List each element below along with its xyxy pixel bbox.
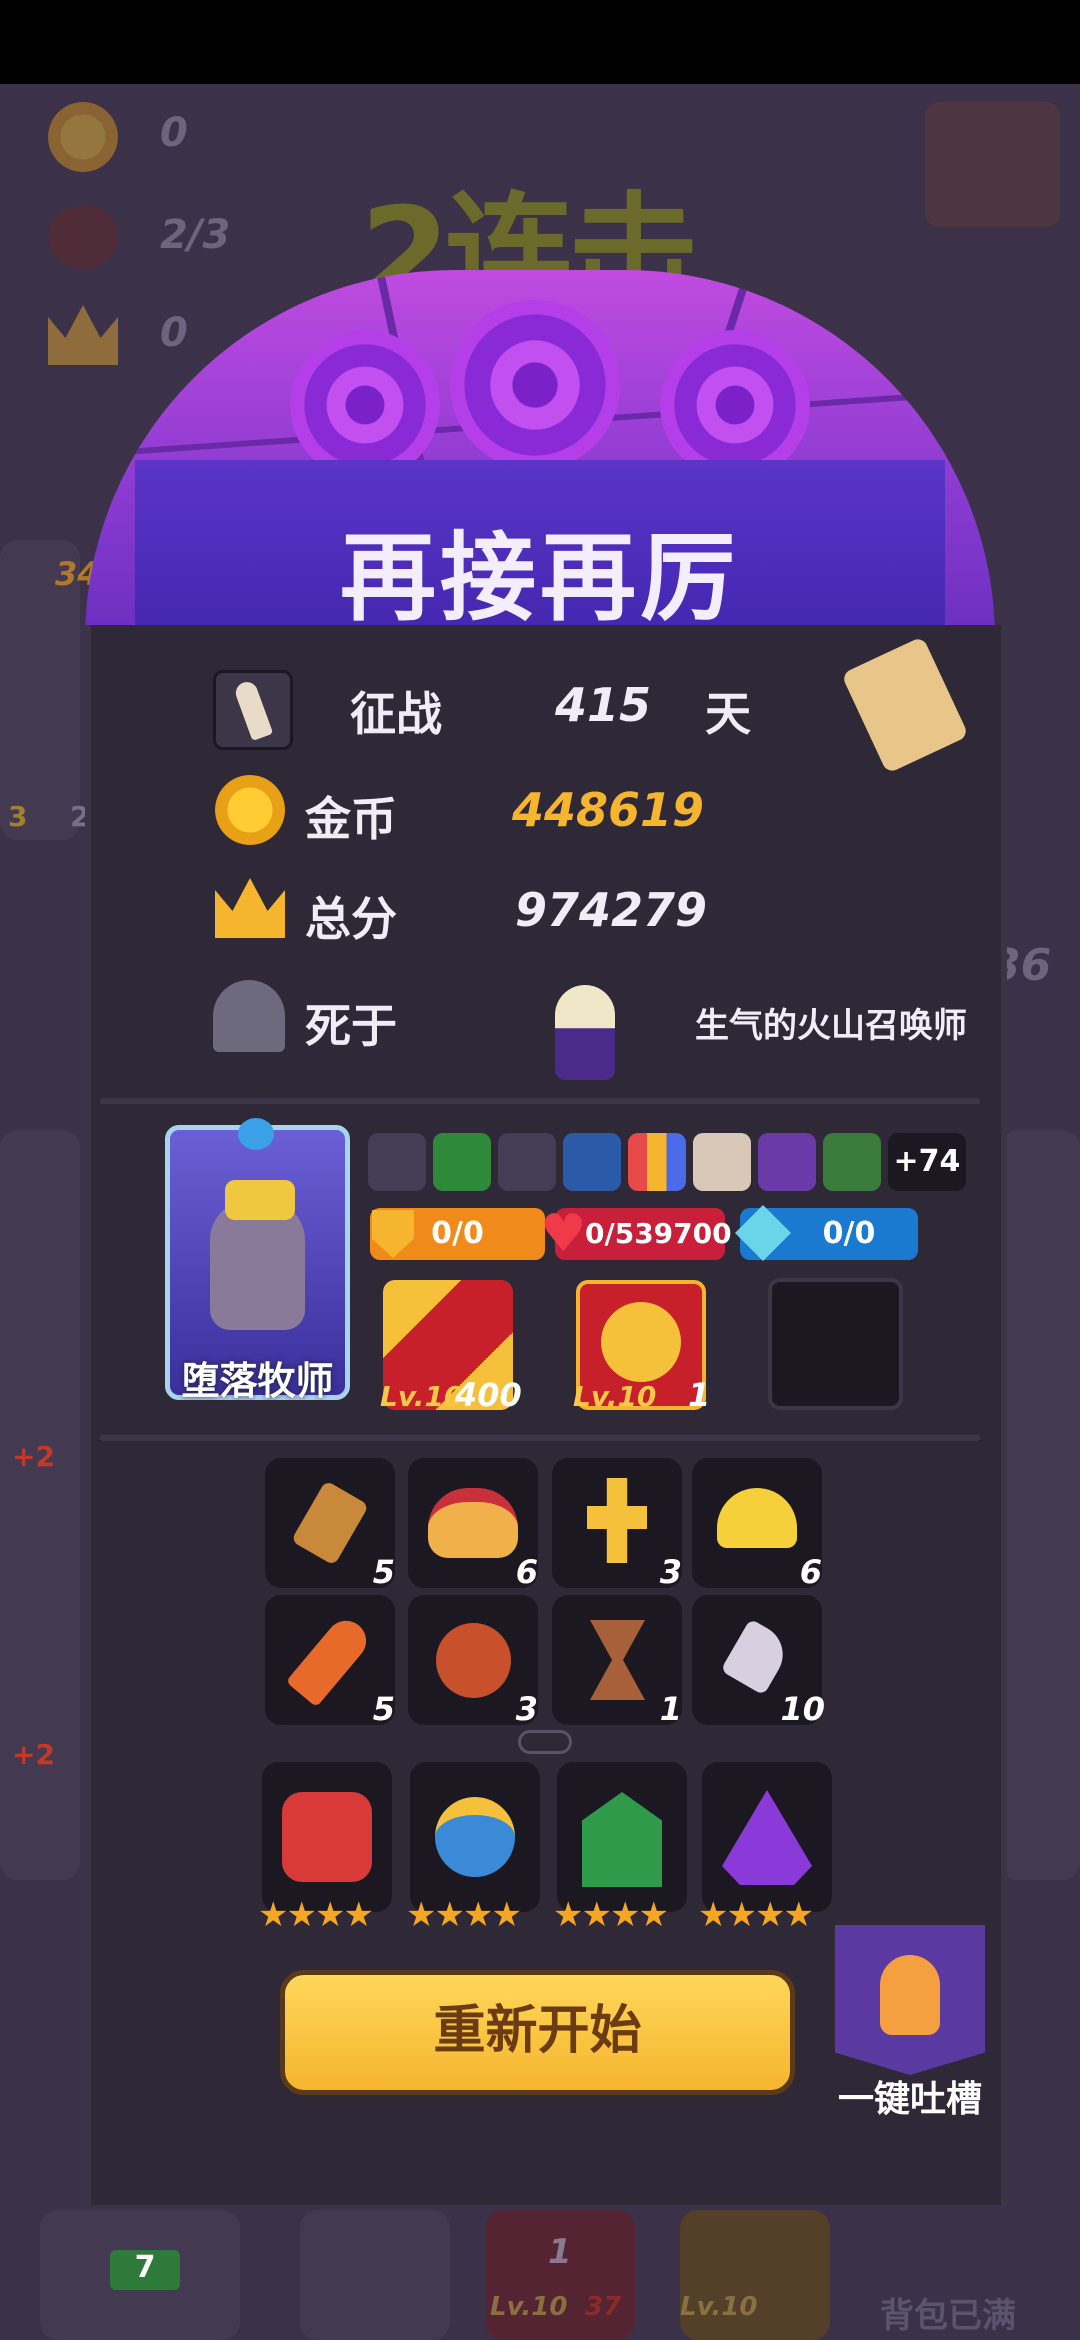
- target-icon: [450, 300, 620, 470]
- heart-icon: ♥: [540, 1204, 587, 1264]
- gold-label: 金币: [305, 792, 397, 846]
- green-tower-icon: [582, 1792, 662, 1887]
- skill-1-value: 400: [455, 1376, 522, 1414]
- relic-green-tower[interactable]: [557, 1762, 687, 1912]
- relic-red-robot[interactable]: [262, 1762, 392, 1912]
- gold-value: 448619: [512, 783, 705, 837]
- stopwatch-icon[interactable]: [498, 1133, 556, 1191]
- cube-icon[interactable]: [628, 1133, 686, 1191]
- gold-coin-icon: [48, 102, 118, 172]
- bg-slot: [300, 2210, 450, 2340]
- bg-small-val: 3: [8, 800, 28, 833]
- quiver-icon[interactable]: [823, 1133, 881, 1191]
- hourglass-icon: [590, 1620, 645, 1700]
- bg-crown-count: 0: [160, 310, 188, 356]
- bg-demon-count: 2/3: [160, 212, 231, 258]
- bg-plus-badge: +2: [12, 1738, 55, 1771]
- score-label: 总分: [305, 892, 397, 946]
- emerald-icon[interactable]: [433, 1133, 491, 1191]
- knife-icon: [720, 1618, 794, 1696]
- gold-coin-icon: [215, 775, 285, 845]
- bag-full-label: 背包已满: [880, 2296, 1016, 2336]
- dialog-title: 再接再厉: [340, 522, 740, 634]
- campaign-unit: 天: [705, 687, 751, 741]
- hero-name: 堕落牧师: [181, 1359, 334, 1403]
- item-count: 3: [659, 1553, 682, 1591]
- divider: [100, 1435, 980, 1441]
- skill-2-level: Lv.10: [573, 1380, 657, 1413]
- chest-icon[interactable]: [925, 102, 1060, 227]
- relic-stars: ★★★★: [698, 1895, 814, 1935]
- bg-gold-count: 0: [160, 110, 188, 156]
- chick-icon: [880, 1955, 940, 2035]
- page-indicator[interactable]: [518, 1730, 572, 1754]
- skill-2-value: 1: [688, 1376, 711, 1414]
- campaign-value: 415: [555, 678, 652, 732]
- restart-button[interactable]: 重新开始: [280, 1970, 795, 2095]
- score-value: 974279: [515, 883, 708, 937]
- relic-stars: ★★★★: [258, 1895, 374, 1935]
- tombstone-icon: [213, 980, 285, 1052]
- bg-lv-right: Lv.10: [680, 2292, 758, 2322]
- cake-icon: [428, 1488, 518, 1558]
- item-count: 6: [515, 1553, 538, 1591]
- relic-purple-hood[interactable]: [702, 1762, 832, 1912]
- red-robot-icon: [282, 1792, 372, 1882]
- item-count: 10: [780, 1690, 825, 1728]
- hp-value: 0/539700: [585, 1217, 732, 1250]
- item-count: 3: [515, 1690, 538, 1728]
- heart-gem-icon: [238, 1118, 274, 1150]
- death-label: 死于: [305, 999, 397, 1053]
- relic-stars: ★★★★: [406, 1895, 522, 1935]
- coffin-icon[interactable]: [758, 1133, 816, 1191]
- target-icon: [290, 330, 440, 480]
- feedback-banner[interactable]: [835, 1925, 985, 2075]
- killer-avatar: [555, 985, 615, 1080]
- target-icon: [660, 330, 810, 480]
- blue-clock-icon: [435, 1797, 515, 1877]
- meat-icon: [436, 1623, 511, 1698]
- bg-red-count: 37: [585, 2292, 622, 2322]
- bg-lv-left: Lv.10: [490, 2292, 568, 2322]
- item-count: 5: [372, 1690, 395, 1728]
- bg-small-count: 1: [548, 2232, 572, 2272]
- mana-value: 0/0: [822, 1216, 876, 1251]
- equipment-more[interactable]: +74: [888, 1133, 966, 1191]
- campaign-label: 征战: [350, 687, 442, 741]
- skill-1-level: Lv.10: [380, 1380, 464, 1413]
- status-bar: [0, 0, 1080, 84]
- relic-blue-clock[interactable]: [410, 1762, 540, 1912]
- skill-slot-empty[interactable]: [768, 1278, 903, 1410]
- pillow-icon[interactable]: [693, 1133, 751, 1191]
- purple-hood-icon: [722, 1790, 812, 1885]
- lemon-icon: [717, 1488, 797, 1548]
- demon-icon: [48, 205, 118, 269]
- item-count: 6: [799, 1553, 822, 1591]
- bg-tile: [1000, 1130, 1080, 1880]
- bg-green-num: 7: [110, 2250, 180, 2290]
- feedback-button[interactable]: 一键吐槽: [820, 2070, 1000, 2122]
- item-count: 5: [372, 1553, 395, 1591]
- bg-plus-badge: +2: [12, 1440, 55, 1473]
- relic-stars: ★★★★: [553, 1895, 669, 1935]
- item-count: 1: [659, 1690, 682, 1728]
- shield-value: 0/0: [431, 1216, 484, 1251]
- sword-icon: [213, 670, 293, 750]
- rifle-icon[interactable]: [368, 1133, 426, 1191]
- crystal-icon[interactable]: [563, 1133, 621, 1191]
- killer-name: 生气的火山召唤师: [695, 1006, 967, 1046]
- divider: [100, 1098, 980, 1104]
- cross-icon: [587, 1478, 647, 1563]
